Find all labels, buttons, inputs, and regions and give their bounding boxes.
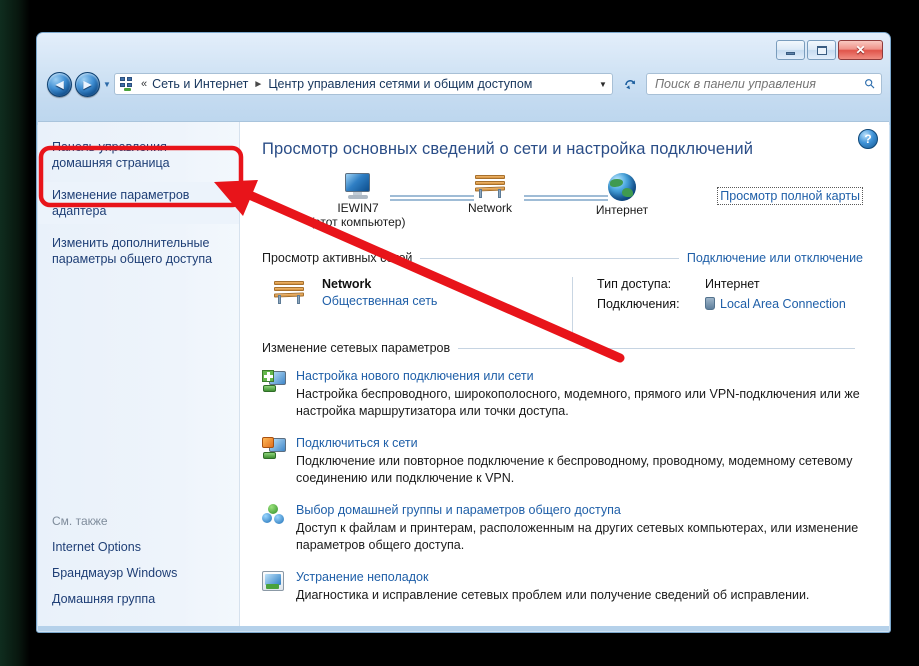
control-panel-icon bbox=[119, 76, 137, 92]
search-icon[interactable]: ⚲ bbox=[857, 71, 884, 98]
breadcrumb-item-network-internet[interactable]: Сеть и Интернет bbox=[152, 77, 248, 91]
address-bar[interactable]: « Сеть и Интернет ► Центр управления сет… bbox=[114, 73, 613, 95]
active-network-details: Тип доступа: Интернет Подключения: Local… bbox=[572, 277, 846, 339]
view-full-map-link[interactable]: Просмотр полной карты bbox=[717, 187, 863, 205]
item-title[interactable]: Устранение неполадок bbox=[296, 570, 863, 584]
sidebar-item-control-panel-home[interactable]: Панель управления - домашняя страница bbox=[38, 134, 239, 176]
main-content: Просмотр основных сведений о сети и наст… bbox=[240, 122, 889, 626]
access-type-value: Интернет bbox=[705, 277, 760, 291]
maximize-button[interactable] bbox=[807, 40, 836, 60]
active-network-identity: Network Общественная сеть bbox=[262, 277, 562, 339]
item-description: Диагностика и исправление сетевых пробле… bbox=[296, 588, 810, 602]
item-description: Подключение или повторное подключение к … bbox=[296, 454, 853, 485]
item-troubleshoot[interactable]: Устранение неполадок Диагностика и испра… bbox=[262, 570, 863, 604]
active-networks-title: Просмотр активных сетей bbox=[262, 251, 413, 265]
computer-icon bbox=[343, 173, 373, 199]
item-text: Устранение неполадок Диагностика и испра… bbox=[296, 570, 863, 604]
recent-pages-dropdown[interactable]: ▼ bbox=[100, 80, 114, 89]
item-title[interactable]: Выбор домашней группы и параметров общег… bbox=[296, 503, 863, 517]
map-node-network[interactable]: Network bbox=[430, 173, 550, 215]
access-type-key: Тип доступа: bbox=[597, 277, 672, 291]
network-map: IEWIN7 (этот компьютер) Network Интернет bbox=[262, 173, 863, 245]
search-input[interactable] bbox=[647, 77, 859, 91]
new-connection-icon bbox=[262, 370, 286, 392]
active-network-type[interactable]: Общественная сеть bbox=[322, 294, 437, 308]
item-title[interactable]: Настройка нового подключения или сети bbox=[296, 369, 863, 383]
change-settings-title: Изменение сетевых параметров bbox=[262, 341, 451, 355]
see-also-homegroup[interactable]: Домашняя группа bbox=[38, 586, 239, 612]
item-homegroup-sharing[interactable]: Выбор домашней группы и параметров общег… bbox=[262, 503, 863, 554]
active-network-bench-icon bbox=[272, 279, 306, 305]
back-button[interactable]: ◄ bbox=[47, 71, 72, 97]
address-dropdown-icon[interactable]: ▼ bbox=[594, 80, 612, 89]
connections-key: Подключения: bbox=[597, 297, 680, 311]
forward-button[interactable]: ► bbox=[75, 71, 100, 97]
connections-link-text: Local Area Connection bbox=[720, 297, 846, 311]
active-networks-header: Просмотр активных сетей Подключение или … bbox=[262, 251, 863, 265]
back-arrow-icon: ◄ bbox=[52, 76, 67, 92]
active-network-row: Network Общественная сеть Тип доступа: И… bbox=[262, 277, 863, 339]
header-rule bbox=[420, 257, 679, 259]
access-type-row: Тип доступа: Интернет bbox=[597, 277, 846, 291]
active-network-name: Network bbox=[322, 277, 372, 291]
navigation-bar: ◄ ► ▼ « Сеть и Интернет ► Центр управлен… bbox=[37, 69, 890, 99]
refresh-icon bbox=[624, 79, 635, 89]
item-setup-new-connection[interactable]: Настройка нового подключения или сети На… bbox=[262, 369, 863, 420]
screenshot-root: ✕ ◄ ► ▼ « Сеть и Интернет ► Центр управл… bbox=[0, 0, 919, 666]
item-text: Выбор домашней группы и параметров общег… bbox=[296, 503, 863, 554]
connections-value[interactable]: Local Area Connection bbox=[705, 297, 846, 311]
minimize-button[interactable] bbox=[776, 40, 805, 60]
map-node-computer-label: IEWIN7 bbox=[337, 201, 379, 215]
see-also-windows-firewall[interactable]: Брандмауэр Windows bbox=[38, 560, 239, 586]
breadcrumb-separator-icon: ► bbox=[253, 78, 264, 90]
item-icon-wrap bbox=[262, 436, 296, 487]
desktop-background bbox=[0, 0, 30, 666]
item-connect-to-network[interactable]: Подключиться к сети Подключение или повт… bbox=[262, 436, 863, 487]
connections-row: Подключения: Local Area Connection bbox=[597, 297, 846, 311]
control-panel-window: ✕ ◄ ► ▼ « Сеть и Интернет ► Центр управл… bbox=[36, 32, 891, 633]
refresh-button[interactable] bbox=[619, 73, 641, 95]
map-node-computer-sublabel: (этот компьютер) bbox=[310, 215, 406, 229]
close-icon: ✕ bbox=[855, 43, 866, 57]
sidebar: Панель управления - домашняя страница Из… bbox=[38, 122, 240, 626]
connect-disconnect-link[interactable]: Подключение или отключение bbox=[687, 251, 863, 265]
map-node-internet-label: Интернет bbox=[595, 203, 649, 217]
active-network-info: Network Общественная сеть bbox=[322, 277, 437, 339]
map-node-internet[interactable]: Интернет bbox=[562, 173, 682, 217]
header-rule-2 bbox=[458, 347, 855, 349]
change-settings-header: Изменение сетевых параметров bbox=[262, 341, 863, 355]
item-text: Настройка нового подключения или сети На… bbox=[296, 369, 863, 420]
window-controls: ✕ bbox=[776, 40, 883, 60]
forward-arrow-icon: ► bbox=[80, 76, 95, 92]
troubleshoot-icon bbox=[262, 571, 284, 591]
sidebar-item-advanced-sharing-settings[interactable]: Изменить дополнительные параметры общего… bbox=[38, 230, 239, 272]
breadcrumb-overflow-icon[interactable]: « bbox=[141, 78, 147, 90]
item-description: Настройка беспроводного, широкополосного… bbox=[296, 387, 860, 418]
map-node-computer[interactable]: IEWIN7 (этот компьютер) bbox=[298, 173, 418, 229]
item-text: Подключиться к сети Подключение или повт… bbox=[296, 436, 863, 487]
see-also-title: См. также bbox=[52, 514, 108, 528]
see-also-section: См. также Internet Options Брандмауэр Wi… bbox=[38, 514, 239, 612]
item-icon-wrap bbox=[262, 570, 296, 604]
item-title[interactable]: Подключиться к сети bbox=[296, 436, 863, 450]
see-also-internet-options[interactable]: Internet Options bbox=[38, 534, 239, 560]
search-box[interactable]: ⚲ bbox=[646, 73, 882, 95]
client-area: Панель управления - домашняя страница Из… bbox=[38, 121, 889, 626]
item-description: Доступ к файлам и принтерам, расположенн… bbox=[296, 521, 859, 552]
network-bench-icon bbox=[473, 173, 507, 199]
breadcrumb-item-network-sharing-center[interactable]: Центр управления сетями и общим доступом bbox=[268, 77, 532, 91]
homegroup-icon bbox=[262, 504, 286, 526]
item-icon-wrap bbox=[262, 503, 296, 554]
connect-to-network-icon bbox=[262, 437, 286, 459]
help-button[interactable]: ? bbox=[858, 129, 878, 149]
item-icon-wrap bbox=[262, 369, 296, 420]
page-title: Просмотр основных сведений о сети и наст… bbox=[262, 140, 754, 158]
change-settings-items: Настройка нового подключения или сети На… bbox=[262, 369, 863, 604]
globe-icon bbox=[608, 173, 636, 201]
sidebar-item-change-adapter-settings[interactable]: Изменение параметров адаптера bbox=[38, 182, 239, 224]
close-button[interactable]: ✕ bbox=[838, 40, 883, 60]
network-adapter-icon bbox=[705, 297, 715, 310]
map-node-network-label: Network bbox=[467, 201, 512, 215]
